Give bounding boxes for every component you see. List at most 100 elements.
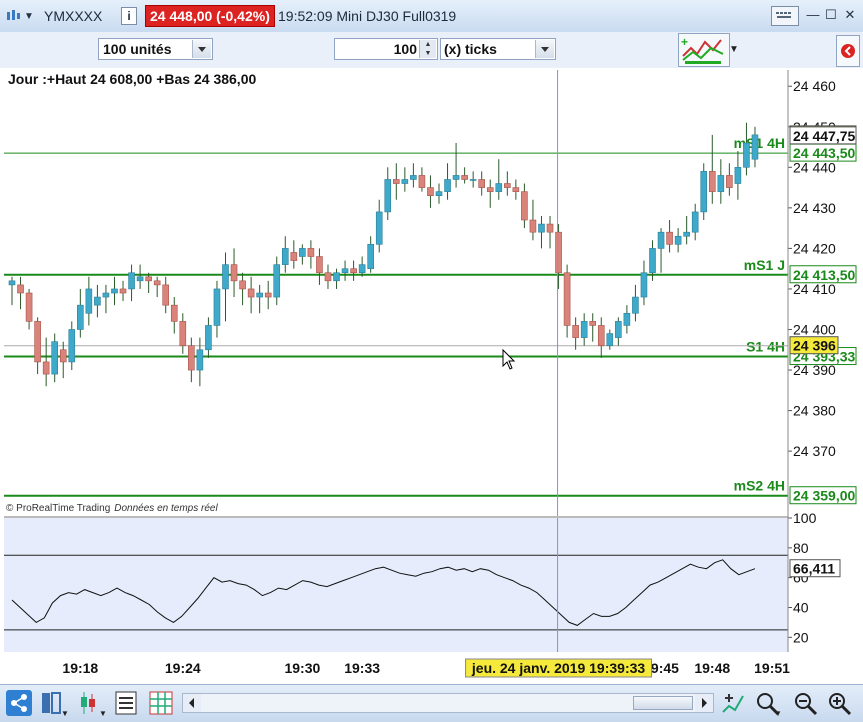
chart-area[interactable]: mS1 4H mS1 J S1 4H mS2 4H Jour :+Haut 24 60… — [0, 68, 863, 684]
candle-body — [136, 276, 144, 282]
candle-body — [375, 211, 383, 245]
candle-body — [333, 272, 340, 282]
candle-body — [486, 187, 494, 192]
candle-body — [495, 183, 503, 192]
keyboard-icon[interactable] — [771, 6, 799, 26]
candle-body — [640, 272, 648, 298]
candle-body — [281, 248, 289, 265]
candle-body — [153, 280, 161, 286]
candle-body — [555, 231, 562, 274]
candle-body — [299, 248, 306, 257]
candle-body — [162, 284, 170, 306]
share-icon[interactable] — [6, 690, 32, 716]
price-axis-label: 24 440 — [793, 159, 836, 175]
candlestick-app-icon[interactable] — [5, 8, 21, 24]
candle-style-icon[interactable]: ▼ — [78, 690, 108, 716]
bottom-toolbar: ▼ ▼ ▼ — [0, 684, 863, 722]
oscillator-axis-label: 100 — [793, 510, 817, 526]
candle-body — [239, 280, 246, 290]
chevron-down-icon[interactable] — [192, 40, 211, 58]
candle-body — [188, 345, 195, 371]
indicators-icon[interactable]: + — [678, 33, 730, 67]
scroll-right-arrow-icon[interactable] — [695, 694, 713, 712]
candle-body — [615, 321, 622, 338]
candle-body — [452, 175, 460, 180]
candle-body — [42, 361, 50, 375]
chevron-down-icon[interactable] — [535, 40, 554, 58]
candle-body — [649, 248, 656, 274]
candle-body — [196, 349, 204, 371]
time-axis-label: 19:18 — [62, 660, 98, 676]
indicators-dropdown-icon[interactable]: ▼ — [729, 44, 739, 55]
level-line-label: mS1 J — [744, 257, 785, 273]
symbol-label[interactable]: YMXXXX — [44, 8, 102, 24]
scroll-thumb[interactable] — [633, 696, 693, 710]
oscillator-axis: 1008060402066,411 — [788, 510, 841, 645]
auto-scale-icon[interactable] — [719, 690, 747, 716]
scroll-left-arrow-icon[interactable] — [183, 694, 201, 712]
zoom-area-icon[interactable]: ▼ — [754, 690, 784, 716]
candle-body — [469, 179, 477, 181]
candle-body — [179, 321, 187, 347]
candle-body — [256, 292, 263, 298]
watermark-note: Données en temps réel — [114, 503, 218, 514]
price-quote-label: 24 447,75 — [793, 128, 855, 144]
window-title: 19:52:09 Mini DJ30 Full0319 — [278, 8, 457, 24]
zoom-out-icon[interactable] — [792, 690, 818, 716]
candle-body — [384, 179, 392, 213]
stepper-arrows-icon[interactable]: ▲ ▼ — [419, 40, 436, 58]
candle-body — [435, 191, 443, 196]
panel-toggle-icon[interactable] — [836, 35, 860, 67]
horizontal-scrollbar[interactable] — [182, 693, 714, 713]
price-axis: 24 46024 45024 44024 43024 42024 41024 4… — [788, 78, 857, 505]
chart-canvas[interactable]: mS1 4H mS1 J S1 4H mS2 4H Jour :+Haut 24 60… — [0, 68, 863, 684]
candle-body — [512, 187, 520, 192]
candle-body — [392, 179, 400, 184]
candle-body — [734, 167, 742, 184]
minimize-icon[interactable]: — — [804, 7, 822, 23]
units-select[interactable]: 100 unités — [98, 38, 213, 60]
candle-body — [700, 171, 708, 213]
time-axis-label: 19:51 — [754, 660, 790, 676]
oscillator-axis-label: 20 — [793, 629, 809, 645]
crosshair-time-label: jeu. 24 janv. 2019 19:39:33 — [471, 660, 646, 676]
candle-body — [478, 179, 486, 188]
oscillator-plot-bg — [4, 518, 788, 652]
svg-text:▼: ▼ — [99, 709, 107, 716]
chart-toolbar: 100 unités 100 ▲ ▼ (x) ticks + ▼ — [0, 32, 863, 69]
candle-body — [572, 325, 579, 338]
table-grid-icon[interactable] — [148, 690, 174, 716]
info-icon[interactable]: i — [121, 7, 137, 25]
candle-body — [606, 333, 614, 347]
candle-body — [230, 264, 238, 282]
level-value-label: 24 443,50 — [793, 145, 855, 161]
candle-body — [367, 244, 374, 269]
time-axis: 19:18 19:24 19:30 19:33 19:45 19:48 19:51jeu. … — [62, 658, 790, 678]
candle-body — [358, 264, 366, 274]
price-panel: mS1 4H mS1 J S1 4H mS2 4H Jour :+Haut 24 60… — [4, 70, 788, 516]
level-line-label: mS1 4H — [734, 135, 785, 151]
ticks-stepper[interactable]: 100 ▲ ▼ — [334, 38, 438, 60]
candle-body — [580, 321, 588, 338]
candle-body — [247, 288, 255, 298]
candle-body — [546, 223, 554, 233]
svg-text:+: + — [681, 35, 688, 49]
watermark-brand: © ProRealTime Trading — [6, 503, 110, 514]
candle-body — [273, 264, 281, 298]
close-icon[interactable]: ✕ — [841, 7, 859, 23]
price-axis-label: 24 420 — [793, 240, 836, 256]
candle-body — [119, 288, 127, 294]
candle-body — [307, 248, 315, 257]
list-icon[interactable] — [114, 690, 140, 716]
level-value-label: 24 413,50 — [793, 267, 855, 283]
zoom-in-icon[interactable] — [826, 690, 852, 716]
candle-body — [427, 187, 434, 196]
candle-body — [324, 272, 332, 282]
menu-dropdown-icon[interactable]: ▼ — [24, 11, 34, 22]
chart-layout-icon[interactable]: ▼ — [40, 690, 70, 716]
candle-body — [401, 179, 409, 184]
ticks-unit-select[interactable]: (x) ticks — [440, 38, 556, 60]
candle-body — [290, 252, 298, 261]
maximize-icon[interactable]: ☐ — [822, 7, 840, 23]
level-line-label: S1 4H — [746, 339, 785, 355]
